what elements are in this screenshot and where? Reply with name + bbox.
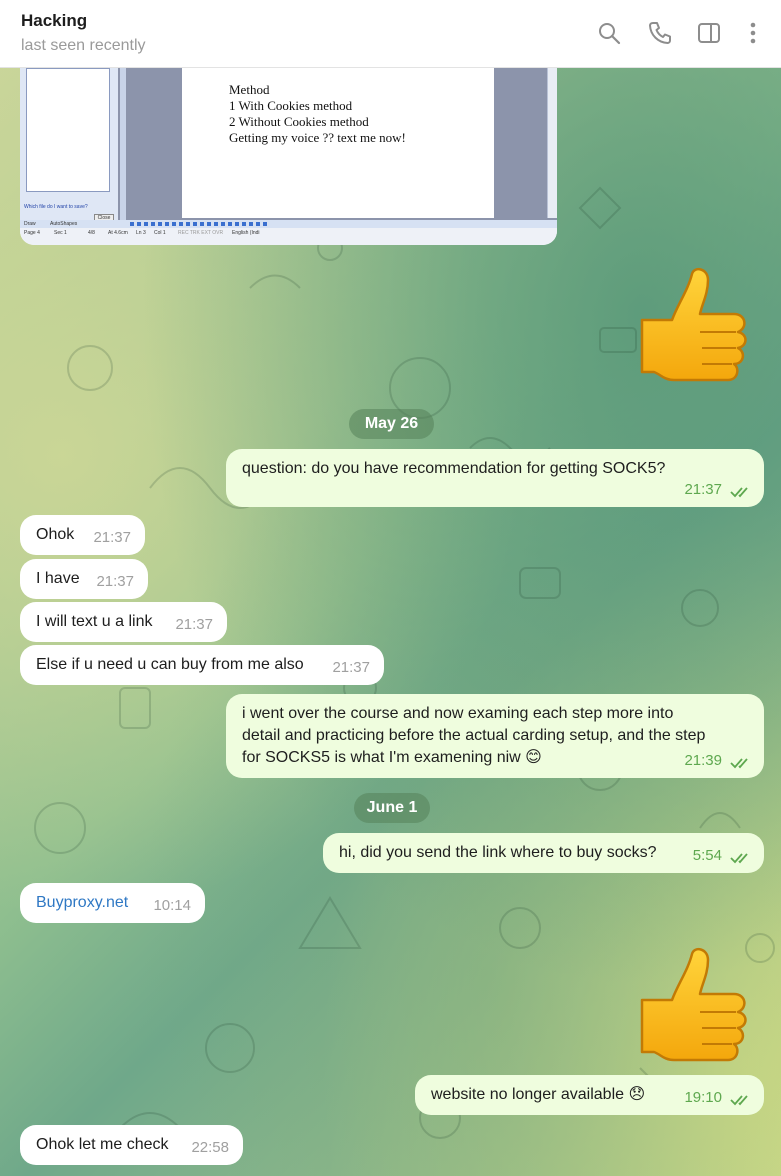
draw-toolbar: Draw AutoShapes (20, 220, 557, 228)
message-text: Ohok let me check (36, 1136, 169, 1153)
date-separator: June 1 (354, 793, 430, 823)
phone-icon[interactable] (647, 20, 673, 46)
thumbs-up-sticker[interactable] (634, 944, 752, 1064)
chat-header[interactable]: Hacking last seen recently (0, 0, 781, 68)
double-check-icon (730, 1095, 748, 1106)
incoming-message[interactable]: I have 21:37 (20, 559, 148, 599)
task-pane-hint: Which file do I want to save? (24, 204, 88, 210)
message-time: 21:37 (96, 573, 134, 590)
message-text: Ohok (36, 526, 75, 543)
doc-line-4: Getting my voice ?? text me now! (229, 130, 406, 145)
message-text: Else if u need u can buy from me also (36, 656, 304, 673)
status-bar: Page 4 Sec 1 4/8 At 4.6cm Ln 3 Col 1 REC… (20, 228, 557, 245)
message-link[interactable]: Buyproxy.net (36, 894, 128, 911)
message-text: hi, did you send the link where to buy s… (339, 844, 657, 861)
ruler (120, 68, 126, 228)
task-pane: Which file do I want to save? Close (20, 68, 118, 228)
autoshapes-label: AutoShapes (50, 221, 78, 227)
chat-status: last seen recently (21, 37, 146, 54)
more-icon[interactable] (740, 20, 766, 46)
message-text: question: do you have recommendation for… (242, 460, 666, 477)
scrollbar (547, 68, 557, 218)
incoming-message[interactable]: Else if u need u can buy from me also 21… (20, 645, 384, 685)
message-text: I will text u a link (36, 613, 153, 630)
message-line-1: i went over the course and now examing e… (242, 705, 674, 722)
status-modes: REC TRK EXT OVR (178, 230, 224, 236)
double-check-icon (730, 853, 748, 864)
outgoing-message[interactable]: i went over the course and now examing e… (226, 694, 764, 778)
thumbs-up-sticker[interactable] (634, 264, 752, 384)
message-time: 21:37 (332, 659, 370, 676)
document-page: Method 1 With Cookies method 2 Without C… (182, 68, 494, 218)
outgoing-message[interactable]: question: do you have recommendation for… (226, 449, 764, 507)
double-check-icon (730, 758, 748, 769)
status-col: Col 1 (154, 230, 166, 236)
search-icon[interactable] (596, 20, 622, 46)
date-separator: May 26 (349, 409, 434, 439)
message-line-3: for SOCKS5 is what I'm examening niw 😊 (242, 749, 542, 766)
draw-label: Draw (24, 221, 36, 227)
message-line-2: detail and practicing before the actual … (242, 727, 706, 744)
status-ln: Ln 3 (136, 230, 146, 236)
message-time: 21:39 (684, 752, 722, 769)
incoming-message[interactable]: Ohok let me check 22:58 (20, 1125, 243, 1165)
message-time: 10:14 (153, 897, 191, 914)
message-time: 21:37 (93, 529, 131, 546)
status-at: At 4.6cm (108, 230, 128, 236)
status-lang: English (Indi (232, 230, 260, 236)
chat-title[interactable]: Hacking (21, 11, 87, 31)
sidebar-icon[interactable] (696, 20, 722, 46)
message-time: 21:37 (175, 616, 213, 633)
incoming-message[interactable]: Buyproxy.net 10:14 (20, 883, 205, 923)
outgoing-message[interactable]: website no longer available 😞 19:10 (415, 1075, 764, 1115)
message-time: 5:54 (692, 847, 722, 864)
message-text: I have (36, 570, 80, 587)
doc-line-1: Method (229, 82, 270, 97)
double-check-icon (730, 487, 748, 498)
status-page: Page 4 (24, 230, 40, 236)
incoming-message[interactable]: I will text u a link 21:37 (20, 602, 227, 642)
outgoing-message[interactable]: hi, did you send the link where to buy s… (323, 833, 764, 873)
word-window: Which file do I want to save? Close Meth… (20, 68, 557, 228)
incoming-message[interactable]: Ohok 21:37 (20, 515, 145, 555)
message-text: website no longer available 😞 (431, 1086, 646, 1103)
screenshot-image-message[interactable]: Which file do I want to save? Close Meth… (20, 68, 557, 245)
doc-line-3: 2 Without Cookies method (229, 114, 369, 129)
doc-line-2: 1 With Cookies method (229, 98, 353, 113)
message-time: 19:10 (684, 1089, 722, 1106)
task-pane-list (26, 68, 110, 192)
status-pages: 4/8 (88, 230, 95, 236)
chat-area[interactable]: Which file do I want to save? Close Meth… (0, 68, 781, 1176)
message-time: 21:37 (684, 481, 722, 498)
message-time: 22:58 (191, 1139, 229, 1156)
status-sec: Sec 1 (54, 230, 67, 236)
